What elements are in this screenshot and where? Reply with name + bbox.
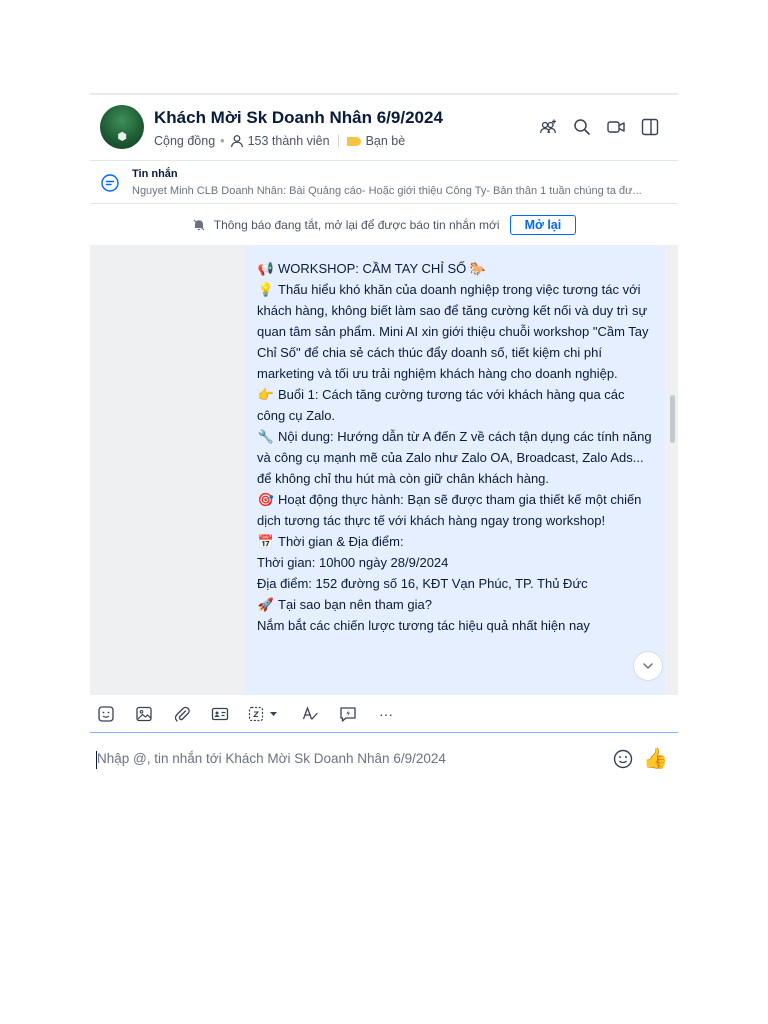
- group-avatar[interactable]: ⬢: [100, 105, 144, 149]
- message-bubble[interactable]: 📢 WORKSHOP: CẦM TAY CHỈ SỐ 🐎 💡 Thấu hiểu k…: [245, 246, 665, 695]
- sidebar-toggle-icon[interactable]: [640, 117, 660, 137]
- attachment-icon[interactable]: [172, 704, 192, 724]
- screenshot-icon[interactable]: [248, 704, 282, 724]
- target-icon: 🎯: [257, 492, 275, 507]
- meta-dot: •: [220, 134, 225, 148]
- group-type: Cộng đồng: [154, 134, 216, 148]
- message-line: Địa điểm: 152 đường số 16, KĐT Vạn Phúc,…: [257, 576, 588, 591]
- rocket-icon: 🚀: [257, 597, 275, 612]
- notification-text: Thông báo đang tắt, mở lại để được báo t…: [213, 218, 500, 232]
- message-line: 👉 Buổi 1: Cách tăng cường tương tác với k…: [257, 384, 653, 426]
- text-format-icon[interactable]: [300, 704, 320, 724]
- more-icon[interactable]: ···: [376, 704, 396, 724]
- wrench-icon: 🔧: [257, 429, 275, 444]
- megaphone-icon: 📢: [257, 261, 275, 276]
- quick-message-icon[interactable]: [338, 704, 358, 724]
- image-icon[interactable]: [134, 704, 154, 724]
- message-line: 🔧 Nội dung: Hướng dẫn từ A đến Z về cách …: [257, 426, 653, 489]
- video-call-icon[interactable]: [606, 117, 626, 137]
- message-line: 🚀 Tại sao bạn nên tham gia?: [257, 594, 653, 615]
- group-title[interactable]: Khách Mời Sk Doanh Nhân 6/9/2024: [154, 108, 443, 128]
- pointing-hand-icon: 👉: [257, 387, 275, 402]
- like-icon[interactable]: 👍: [643, 746, 668, 771]
- chat-header: ⬢ Khách Mời Sk Doanh Nhân 6/9/2024 Cộng …: [90, 95, 678, 161]
- message-line: 💡 Thấu hiểu khó khăn của doanh nghiệp tro…: [257, 279, 653, 384]
- message-line: Thời gian: 10h00 ngày 28/9/2024: [257, 555, 449, 570]
- meta-separator: [337, 135, 339, 147]
- pinned-preview: Nguyet Minh CLB Doanh Nhân: Bài Quảng cá…: [132, 185, 642, 197]
- sticker-icon[interactable]: [96, 704, 116, 724]
- chat-panel: ⬢ Khách Mời Sk Doanh Nhân 6/9/2024 Cộng …: [90, 95, 678, 785]
- message-list[interactable]: 📢 WORKSHOP: CẦM TAY CHỈ SỐ 🐎 💡 Thấu hiểu k…: [90, 245, 678, 695]
- message-composer[interactable]: Nhập @, tin nhắn tới Khách Mời Sk Doanh …: [90, 734, 678, 784]
- avatar-glyph: ⬢: [117, 131, 127, 143]
- scroll-to-bottom-button[interactable]: [633, 651, 663, 681]
- pinned-title: Tin nhắn: [132, 168, 178, 180]
- emoji-icon[interactable]: [612, 748, 634, 770]
- pinned-message[interactable]: Tin nhắn Nguyet Minh CLB Doanh Nhân: Bài…: [90, 162, 678, 204]
- group-meta: Cộng đồng • 153 thành viên Bạn bè: [154, 134, 405, 148]
- add-member-icon[interactable]: [538, 117, 558, 137]
- member-count[interactable]: 153 thành viên: [248, 134, 330, 148]
- notification-bar: Thông báo đang tắt, mở lại để được báo t…: [90, 205, 678, 245]
- member-icon: [230, 135, 243, 148]
- calendar-icon: 📅: [257, 534, 275, 549]
- contact-card-icon[interactable]: [210, 704, 230, 724]
- composer-toolbar: ···: [90, 695, 678, 733]
- chevron-down-icon: [643, 663, 653, 670]
- message-line: 📢 WORKSHOP: CẦM TAY CHỈ SỐ 🐎: [257, 258, 653, 279]
- muted-bell-icon: [193, 219, 205, 231]
- search-icon[interactable]: [572, 117, 592, 137]
- reopen-notifications-button[interactable]: Mở lại: [509, 215, 577, 235]
- tag-icon: [346, 136, 361, 146]
- lightbulb-icon: 💡: [257, 282, 275, 297]
- header-actions: [538, 117, 660, 137]
- message-input[interactable]: Nhập @, tin nhắn tới Khách Mời Sk Doanh …: [97, 751, 446, 766]
- message-line: 📅 Thời gian & Địa điểm:: [257, 531, 653, 552]
- friend-tag[interactable]: Bạn bè: [366, 134, 406, 148]
- chat-bubble-icon: [101, 174, 119, 192]
- scrollbar-thumb[interactable]: [670, 395, 675, 443]
- message-line: 🎯 Hoạt động thực hành: Bạn sẽ được tham g…: [257, 489, 653, 531]
- message-line: Nắm bắt các chiến lược tương tác hiệu qu…: [257, 618, 590, 633]
